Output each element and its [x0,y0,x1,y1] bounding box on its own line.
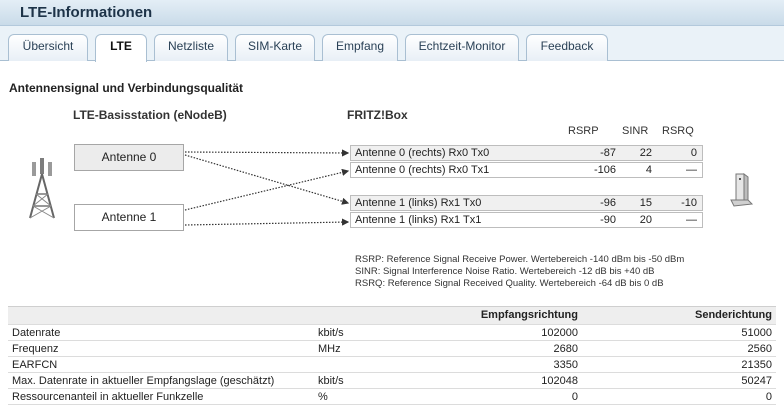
table-row: EARFCN 3350 21350 [8,357,776,373]
table-row: Ressourcenanteil in aktueller Funkzelle … [8,389,776,405]
header-senderichtung: Senderichtung [694,309,772,321]
connection-table: Empfangsrichtung Senderichtung Datenrate… [8,306,776,405]
col-rsrq: RSRQ [662,125,694,137]
line-a0-r2 [184,154,350,205]
signal-row: Antenne 1 (links) Rx1 Tx0 -96 15 -10 [350,195,703,211]
signal-row: Antenne 0 (rechts) Rx0 Tx0 -87 22 0 [350,145,703,161]
signal-row: Antenne 1 (links) Rx1 Tx1 -90 20 — [350,212,703,228]
fritzbox-router-icon [728,172,754,208]
table-row: Datenrate kbit/s 102000 51000 [8,325,776,341]
header-empfangsrichtung: Empfangsrichtung [480,309,578,321]
legend-sinr: SINR: Signal Interference Noise Ratio. W… [355,266,655,277]
legend-rsrq: RSRQ: Reference Signal Received Quality.… [355,278,664,289]
legend-rsrp: RSRP: Reference Signal Receive Power. We… [355,254,685,265]
table-header: Empfangsrichtung Senderichtung [8,307,776,325]
line-a0-r0 [184,149,350,157]
col-sinr: SINR [622,125,649,137]
table-row: Frequenz MHz 2680 2560 [8,341,776,357]
table-row: Max. Datenrate in aktueller Empfangslage… [8,373,776,389]
col-rsrp: RSRP [568,125,599,137]
line-a1-r3 [184,218,350,226]
signal-row: Antenne 0 (rechts) Rx0 Tx1 -106 4 — [350,162,703,178]
line-a1-r1 [184,168,350,211]
